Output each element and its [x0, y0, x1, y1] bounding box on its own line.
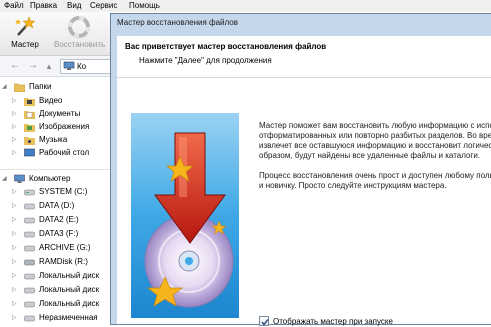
tree-label: Локальный диск: [39, 285, 100, 294]
expand-arrow-icon[interactable]: ▷: [12, 97, 17, 104]
tree-label: Папки: [29, 82, 52, 91]
wizard-header: Вас приветствует мастер восстановления ф…: [117, 36, 491, 78]
expand-arrow-icon[interactable]: ▷: [12, 149, 17, 156]
back-icon[interactable]: ←: [10, 60, 20, 71]
tree-label: Локальный диск: [39, 299, 100, 308]
wizard-header-subtitle: Нажмите "Далее" для продолжения: [139, 56, 272, 65]
dialog-title: Мастер восстановления файлов: [117, 18, 238, 27]
description-paragraph-2: Процесс восстановления очень прост и дос…: [259, 171, 491, 191]
expand-arrow-icon[interactable]: ▷: [12, 188, 17, 195]
text-line: отформатированных или повторно разбитых …: [259, 131, 491, 140]
expand-arrow-icon[interactable]: ▷: [12, 314, 17, 321]
expand-arrow-icon[interactable]: ▷: [12, 123, 17, 130]
checkmark-icon: [261, 319, 269, 326]
tree-label: RAMDisk (R:): [39, 257, 88, 266]
lifebuoy-icon: [68, 16, 90, 38]
drive-icon: [24, 315, 35, 322]
expand-arrow-icon[interactable]: ▷: [12, 286, 17, 293]
menu-file[interactable]: Файл: [4, 1, 24, 10]
documents-folder-icon: [24, 111, 35, 119]
tree-label: Музыка: [39, 135, 68, 144]
show-wizard-checkbox[interactable]: [259, 316, 269, 326]
collapse-arrow-icon[interactable]: ◢: [2, 83, 7, 90]
drive-icon: [24, 203, 35, 210]
computer-icon: [63, 61, 75, 70]
wizard-button[interactable]: Мастер: [3, 14, 47, 52]
text-line: и новичку. Просто следуйте инструкциям м…: [259, 181, 447, 190]
text-line: извлечет все оставшуюся информацию и вос…: [259, 141, 491, 150]
tree-label: Локальный диск: [39, 271, 100, 280]
text-line: образом, будут найдены все удаленные фай…: [259, 151, 481, 160]
address-bar: ← → ▲ Ко: [0, 56, 122, 77]
tree-label: DATA (D:): [39, 201, 75, 210]
tree-label: SYSTEM (C:): [39, 187, 88, 196]
expand-arrow-icon[interactable]: ▷: [12, 230, 17, 237]
wizard-side-image: [131, 113, 239, 318]
pictures-folder-icon: [24, 124, 35, 132]
drive-icon: [24, 217, 35, 224]
tree-label: Изображения: [39, 122, 90, 131]
drive-icon: [24, 231, 35, 238]
expand-arrow-icon[interactable]: ▷: [12, 300, 17, 307]
expand-arrow-icon[interactable]: ▷: [12, 244, 17, 251]
up-icon[interactable]: ▲: [45, 62, 53, 71]
menu-view[interactable]: Вид: [67, 1, 81, 10]
restore-label: Восстановить: [54, 40, 106, 49]
expand-arrow-icon[interactable]: ▷: [12, 202, 17, 209]
menu-help[interactable]: Помощь: [129, 1, 160, 10]
tree-label: Видео: [39, 96, 63, 105]
drive-icon: [24, 287, 35, 294]
drive-icon: [24, 273, 35, 280]
tree-label: Документы: [39, 109, 81, 118]
drive-icon: [24, 301, 35, 308]
text-line: Мастер поможет вам восстановить любую ин…: [259, 121, 491, 130]
restore-button[interactable]: Восстановить: [54, 14, 106, 52]
computer-icon: [14, 174, 25, 183]
expand-arrow-icon[interactable]: ▷: [12, 216, 17, 223]
tree-divider: [0, 169, 112, 170]
address-text: Ко: [77, 62, 87, 71]
recovery-wizard-dialog: Мастер восстановления файлов Вас приветс…: [110, 13, 491, 326]
expand-arrow-icon[interactable]: ▷: [12, 136, 17, 143]
forward-icon[interactable]: →: [28, 60, 38, 71]
ramdisk-icon: [24, 259, 35, 266]
wizard-header-title: Вас приветствует мастер восстановления ф…: [125, 42, 327, 51]
description-paragraph-1: Мастер поможет вам восстановить любую ин…: [259, 121, 491, 161]
tree-label: DATA2 (E:): [39, 215, 79, 224]
drive-icon: [24, 245, 35, 252]
disc-recovery-illustration: [144, 132, 234, 308]
menu-bar: Файл Правка Вид Сервис Помощь: [0, 0, 491, 12]
folder-icon: [14, 83, 25, 92]
wizard-label: Мастер: [11, 40, 39, 49]
music-folder-icon: [24, 137, 35, 145]
expand-arrow-icon[interactable]: ▷: [12, 258, 17, 265]
expand-arrow-icon[interactable]: ▷: [12, 110, 17, 117]
drive-icon: [24, 189, 35, 196]
show-wizard-checkbox-label[interactable]: Отображать мастер при запуске: [273, 317, 393, 326]
tree-label: Компьютер: [29, 174, 71, 183]
desktop-icon: [24, 148, 35, 157]
text-line: Процесс восстановления очень прост и дос…: [259, 171, 491, 180]
tree-label: Рабочий стол: [39, 148, 90, 157]
menu-tools[interactable]: Сервис: [90, 1, 117, 10]
expand-arrow-icon[interactable]: ▷: [12, 272, 17, 279]
toolbar: Мастер Восстановить: [0, 12, 115, 56]
collapse-arrow-icon[interactable]: ◢: [2, 175, 7, 182]
folder-tree: ◢ Папки ▷ Видео ▷ Документы ▷ Изображени…: [0, 77, 115, 322]
tree-label: ARCHIVE (G:): [39, 243, 91, 252]
tree-label: DATA3 (F:): [39, 229, 79, 238]
wand-icon: [15, 16, 36, 36]
wizard-description: Мастер поможет вам восстановить любую ин…: [259, 121, 491, 201]
menu-edit[interactable]: Правка: [30, 1, 57, 10]
video-folder-icon: [24, 98, 35, 106]
dialog-content: Вас приветствует мастер восстановления ф…: [117, 36, 491, 326]
